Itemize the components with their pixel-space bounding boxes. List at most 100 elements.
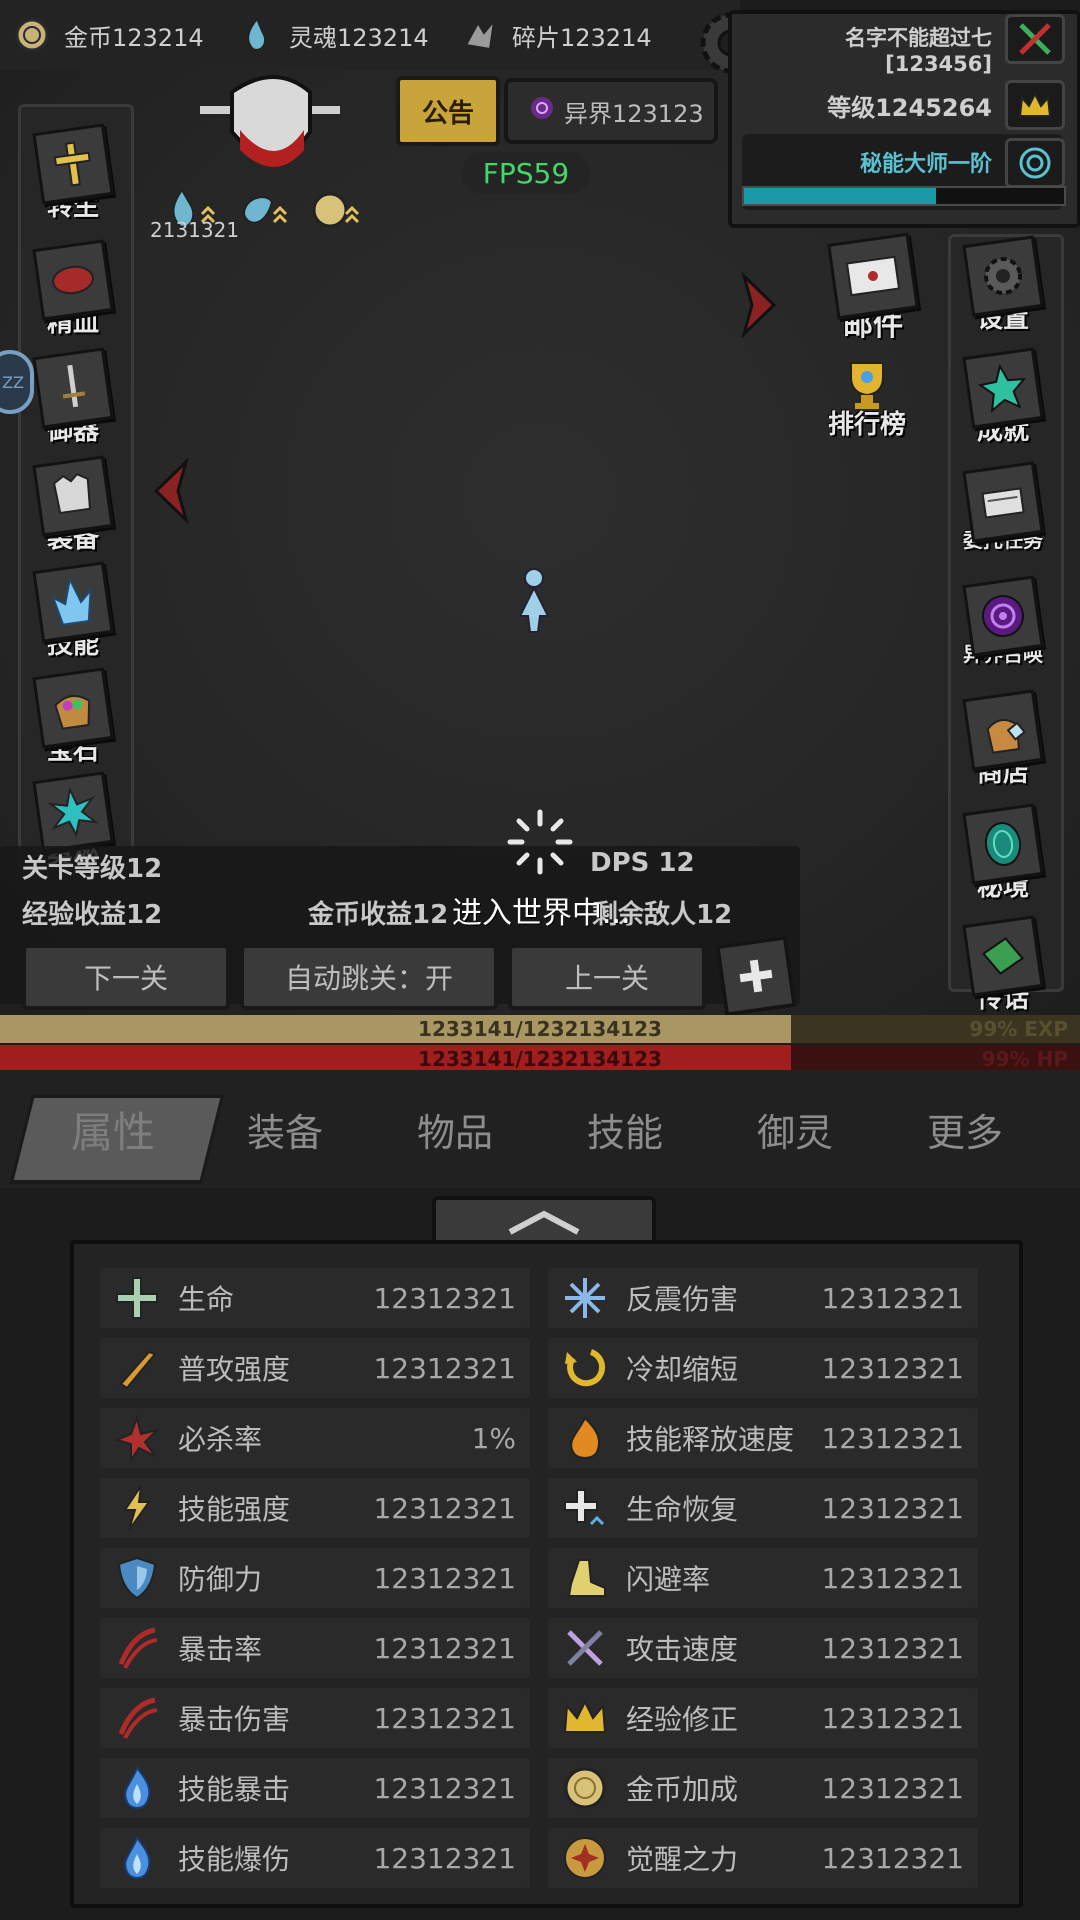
scroll-icon bbox=[962, 461, 1044, 543]
portal-icon bbox=[962, 803, 1044, 885]
title-progress-bar bbox=[742, 186, 1066, 206]
sun-medal-icon bbox=[558, 1831, 612, 1885]
plus-cross-icon bbox=[110, 1271, 164, 1325]
stat-value: 12312321 bbox=[821, 1841, 964, 1875]
armor-icon bbox=[32, 455, 114, 537]
spiral-icon[interactable] bbox=[1005, 138, 1065, 188]
crown-icon[interactable] bbox=[1005, 80, 1065, 130]
coin-icon bbox=[10, 13, 54, 57]
player-name: 名字不能超过七[123456] bbox=[845, 26, 992, 76]
chevron-left-icon[interactable] bbox=[148, 457, 192, 528]
buff-value: 2131321 bbox=[150, 218, 240, 242]
fps-counter: FPS59 bbox=[462, 152, 590, 194]
otherworld-counter[interactable]: 异界123123 bbox=[504, 78, 718, 144]
tab-skills[interactable]: 技能 bbox=[550, 1096, 700, 1162]
stat-row[interactable]: 防御力 12312321 bbox=[100, 1548, 530, 1608]
stat-value: 12312321 bbox=[821, 1491, 964, 1525]
stat-row[interactable]: 闪避率 12312321 bbox=[548, 1548, 978, 1608]
fire-icon bbox=[558, 1411, 612, 1465]
stat-value: 1% bbox=[471, 1421, 516, 1455]
menu-secret-realm[interactable]: 秘境 bbox=[948, 803, 1058, 903]
stat-name: 生命恢复 bbox=[626, 1493, 739, 1526]
menu-achievements[interactable]: 成就 bbox=[948, 347, 1058, 447]
stat-row[interactable]: 必杀率 1% bbox=[100, 1408, 530, 1468]
shield-icon bbox=[110, 1551, 164, 1605]
stat-row[interactable]: 攻击速度 12312321 bbox=[548, 1618, 978, 1678]
stat-row[interactable]: 暴击伤害 12312321 bbox=[100, 1688, 530, 1748]
stat-value: 12312321 bbox=[373, 1351, 516, 1385]
stat-name: 暴击率 bbox=[178, 1633, 263, 1666]
stat-row[interactable]: 技能暴击 12312321 bbox=[100, 1758, 530, 1818]
weapon-axe-icon[interactable] bbox=[200, 72, 350, 182]
buff-coin-icon[interactable] bbox=[310, 186, 366, 238]
stat-row[interactable]: 冷却缩短 12312321 bbox=[548, 1338, 978, 1398]
tab-equipment[interactable]: 装备 bbox=[210, 1096, 360, 1162]
mail-icon bbox=[827, 232, 919, 320]
tab-attributes[interactable]: 属性 bbox=[38, 1096, 188, 1162]
menu-commission[interactable]: 委托任务 bbox=[948, 461, 1058, 553]
stat-value: 12312321 bbox=[821, 1351, 964, 1385]
prev-stage-button[interactable]: 上一关 bbox=[508, 944, 706, 1010]
stat-name: 技能强度 bbox=[178, 1493, 291, 1526]
tab-more[interactable]: 更多 bbox=[890, 1096, 1040, 1162]
menu-rebirth[interactable]: 转生 bbox=[18, 123, 128, 223]
stat-name: 暴击伤害 bbox=[178, 1703, 291, 1736]
stat-value: 12312321 bbox=[821, 1631, 964, 1665]
menu-equipment[interactable]: 装备 bbox=[18, 455, 128, 555]
stat-name: 攻击速度 bbox=[626, 1633, 739, 1666]
add-button[interactable] bbox=[715, 935, 797, 1017]
claw-icon bbox=[110, 1691, 164, 1745]
notice-button[interactable]: 公告 bbox=[396, 76, 500, 146]
stat-row[interactable]: 技能强度 12312321 bbox=[100, 1478, 530, 1538]
stat-row[interactable]: 经验修正 12312321 bbox=[548, 1688, 978, 1748]
menu-leaderboard[interactable]: 排行榜 bbox=[812, 352, 922, 441]
stat-row[interactable]: 暴击率 12312321 bbox=[100, 1618, 530, 1678]
blue-flame-icon bbox=[110, 1761, 164, 1815]
cross-icon bbox=[32, 123, 114, 205]
gem-bag-icon bbox=[32, 667, 114, 749]
sleep-badge[interactable]: ZZ bbox=[0, 350, 34, 414]
gear-icon bbox=[962, 235, 1044, 317]
stat-row[interactable]: 反震伤害 12312321 bbox=[548, 1268, 978, 1328]
sword-slash-icon bbox=[110, 1341, 164, 1395]
stat-row[interactable]: 普攻强度 12312321 bbox=[100, 1338, 530, 1398]
stat-value: 12312321 bbox=[821, 1561, 964, 1595]
menu-skills[interactable]: 技能 bbox=[18, 561, 128, 661]
menu-shop[interactable]: 商店 bbox=[948, 689, 1058, 789]
menu-settings[interactable]: 设置 bbox=[948, 235, 1058, 335]
menu-weapon-control[interactable]: 御器 bbox=[18, 347, 128, 447]
stage-level: 关卡等级12 bbox=[22, 854, 163, 884]
next-stage-button[interactable]: 下一关 bbox=[22, 944, 230, 1010]
stat-row[interactable]: 技能释放速度 12312321 bbox=[548, 1408, 978, 1468]
hp-bar: 1233141/1232134123 99% HP bbox=[0, 1045, 1080, 1073]
chevron-up-icon bbox=[508, 1210, 580, 1235]
menu-gems[interactable]: 宝石 bbox=[18, 667, 128, 767]
chevron-right-icon[interactable] bbox=[738, 271, 782, 342]
stat-row[interactable]: 生命 12312321 bbox=[100, 1268, 530, 1328]
stat-name: 技能爆伤 bbox=[178, 1843, 291, 1876]
menu-summon[interactable]: 异界召唤 bbox=[948, 575, 1058, 667]
stat-name: 防御力 bbox=[178, 1563, 263, 1596]
stat-row[interactable]: 生命恢复 12312321 bbox=[548, 1478, 978, 1538]
tab-items[interactable]: 物品 bbox=[380, 1096, 530, 1162]
currency-shard: 碎片123214 bbox=[458, 10, 652, 60]
stat-row[interactable]: 技能爆伤 12312321 bbox=[100, 1828, 530, 1888]
menu-broadcast[interactable]: 传话 bbox=[948, 915, 1058, 1015]
tab-spirits[interactable]: 御灵 bbox=[720, 1096, 870, 1162]
menu-mail[interactable]: 邮件 bbox=[818, 232, 928, 344]
exp-bar: 1233141/1232134123 99% EXP bbox=[0, 1015, 1080, 1043]
gold-income: 金币收益12 bbox=[308, 900, 449, 930]
buff-spirit-icon[interactable] bbox=[238, 186, 294, 238]
stats-left-column: 生命 12312321 普攻强度 12312321 必杀率 1% 技能强度 12312321 防… bbox=[100, 1268, 530, 1898]
stat-row[interactable]: 金币加成 12312321 bbox=[548, 1758, 978, 1818]
stat-name: 闪避率 bbox=[626, 1563, 711, 1596]
auto-skip-toggle[interactable]: 自动跳关：开 bbox=[240, 944, 498, 1010]
crossed-swords-icon[interactable] bbox=[1005, 14, 1065, 64]
menu-blood[interactable]: 精血 bbox=[18, 239, 128, 339]
stat-value: 12312321 bbox=[373, 1561, 516, 1595]
stat-name: 生命 bbox=[178, 1283, 235, 1316]
burst-icon bbox=[110, 1411, 164, 1465]
stat-row[interactable]: 觉醒之力 12312321 bbox=[548, 1828, 978, 1888]
stat-value: 12312321 bbox=[821, 1281, 964, 1315]
boot-icon bbox=[558, 1551, 612, 1605]
